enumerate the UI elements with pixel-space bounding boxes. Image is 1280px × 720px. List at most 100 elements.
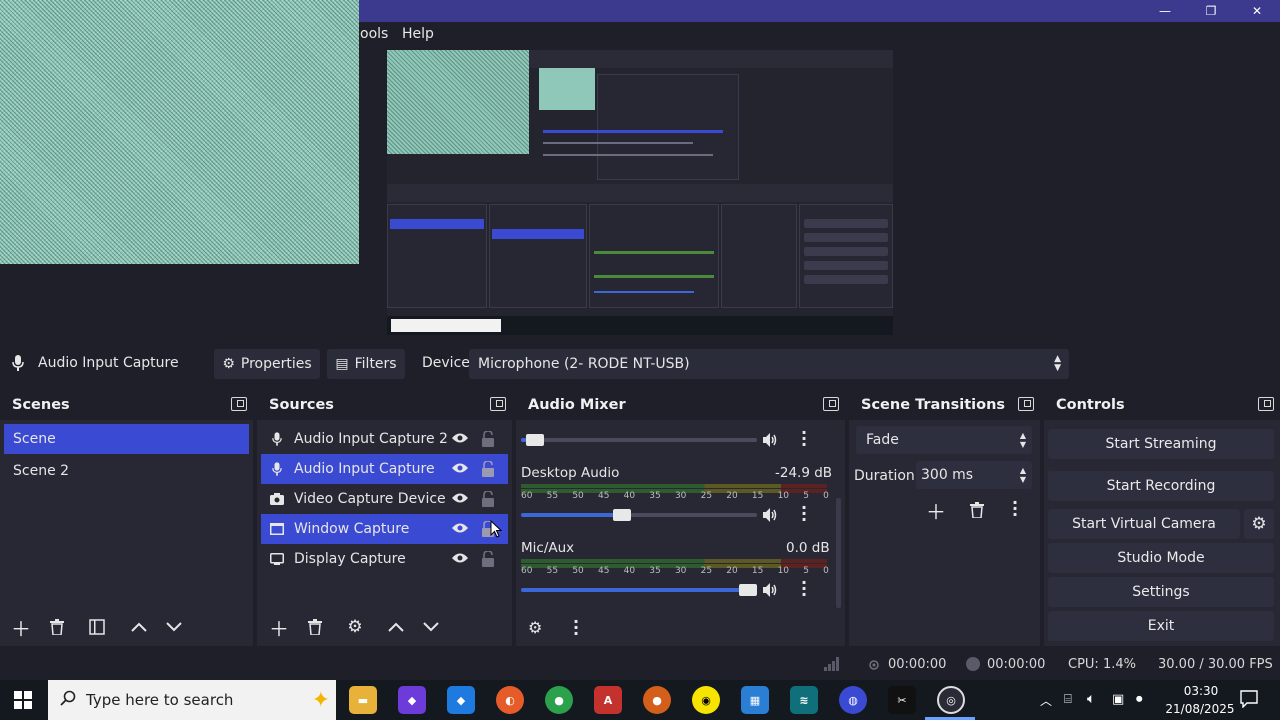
file-explorer-icon[interactable]: ▬ [349, 686, 377, 714]
more-options-icon[interactable]: · · · [801, 575, 807, 603]
lock-icon[interactable] [482, 430, 494, 451]
move-up-icon[interactable] [383, 614, 409, 640]
eye-icon[interactable] [452, 522, 468, 538]
lock-icon[interactable] [482, 490, 494, 511]
taskbar: Type here to search ✦ ▬ ◆ ◆ ◐ ● A ● ◉ ▦ … [0, 680, 1280, 720]
undock-icon[interactable] [490, 397, 506, 411]
filter-icon: ▤ [335, 356, 349, 372]
volume-slider[interactable] [521, 434, 757, 446]
filters-button[interactable]: ▤ Filters [327, 349, 405, 379]
microphone-icon[interactable]: ⏺ [1136, 692, 1143, 707]
trash-icon[interactable] [44, 614, 70, 640]
copilot-icon[interactable]: ◆ [398, 686, 426, 714]
undock-icon[interactable] [1258, 397, 1274, 411]
microphone-icon [12, 355, 24, 375]
trash-icon[interactable] [964, 497, 990, 523]
eye-icon[interactable] [452, 552, 468, 568]
undock-icon[interactable] [231, 397, 247, 411]
source-item[interactable]: Display Capture [261, 544, 508, 574]
speaker-icon[interactable] [762, 582, 778, 602]
meter-tick-label: 40 [623, 491, 636, 501]
camera-icon[interactable]: ▣ [1112, 692, 1124, 707]
move-down-icon[interactable] [161, 614, 187, 640]
transition-select[interactable]: Fade ▲ ▼ [856, 426, 1032, 454]
move-up-icon[interactable] [126, 614, 152, 640]
eye-icon[interactable] [452, 462, 468, 478]
preview-line [543, 142, 693, 144]
gear-icon[interactable]: ⚙ [342, 614, 368, 640]
move-down-icon[interactable] [418, 614, 444, 640]
device-select[interactable]: Microphone (2- RODE NT-USB) ▲ ▼ [469, 349, 1069, 379]
volume-icon[interactable]: 🔈︎ [1087, 691, 1095, 707]
preview-button [804, 219, 888, 228]
chevron-up-icon[interactable]: ︿ [1040, 692, 1052, 709]
scene-item[interactable]: Scene [4, 424, 249, 454]
store-app-icon[interactable]: ◆ [447, 686, 475, 714]
speaker-icon[interactable] [762, 432, 778, 452]
add-icon[interactable]: ＋ [266, 614, 292, 641]
undock-icon[interactable] [1018, 397, 1034, 411]
exit-button[interactable]: Exit [1048, 611, 1274, 641]
mixer-scrollbar[interactable] [836, 498, 841, 608]
add-icon[interactable]: ＋ [923, 497, 949, 524]
source-item[interactable]: Audio Input Capture [261, 454, 508, 484]
meter-tick-label: 50 [572, 491, 584, 501]
network-icon[interactable]: ⌸ [1064, 692, 1072, 707]
scene-item[interactable]: Scene 2 [4, 456, 249, 486]
preview-canvas[interactable] [387, 50, 893, 335]
studio-mode-button[interactable]: Studio Mode [1048, 543, 1274, 573]
track-level: -24.9 dB [775, 465, 833, 481]
properties-button[interactable]: ⚙ Properties [214, 349, 320, 379]
lock-icon[interactable] [482, 460, 494, 481]
start-streaming-button[interactable]: Start Streaming [1048, 429, 1274, 459]
restore-button[interactable]: ❐ [1188, 0, 1234, 22]
calculator-icon[interactable]: ▦ [741, 686, 769, 714]
filters-label: Filters [354, 356, 397, 372]
media-app-icon[interactable]: ◐ [496, 686, 524, 714]
virtual-camera-settings-gear-icon[interactable]: ⚙ [1244, 509, 1274, 539]
menu-help[interactable]: Help [402, 26, 434, 42]
volume-slider[interactable] [521, 584, 757, 596]
obs-icon[interactable]: ◎ [937, 686, 965, 714]
firefox-icon[interactable]: ● [643, 686, 671, 714]
settings-button[interactable]: Settings [1048, 577, 1274, 607]
chrome-icon[interactable]: ● [545, 686, 573, 714]
acrobat-icon[interactable]: A [594, 686, 622, 714]
more-options-icon[interactable]: · · · [573, 614, 579, 642]
add-icon[interactable]: ＋ [8, 614, 34, 641]
taskbar-search[interactable]: Type here to search ✦ [48, 680, 336, 720]
start-virtual-camera-button[interactable]: Start Virtual Camera [1048, 509, 1240, 539]
audio-mixer-title: Audio Mixer [528, 397, 626, 413]
code-app-icon[interactable]: ≋ [790, 686, 818, 714]
meter-ticks: 60 55 50 45 40 35 30 25 20 15 10 5 0 [521, 566, 829, 576]
eye-icon[interactable] [452, 432, 468, 448]
more-options-icon[interactable]: · · · [801, 500, 807, 528]
close-button[interactable]: ✕ [1234, 0, 1280, 22]
more-options-icon[interactable]: · · · [1012, 495, 1018, 523]
browser-app-icon[interactable]: ◍ [839, 686, 867, 714]
source-item[interactable]: Audio Input Capture 2 [261, 424, 508, 454]
more-options-icon[interactable]: · · · [801, 425, 807, 453]
windows-start-icon[interactable] [14, 691, 32, 713]
trash-icon[interactable] [302, 614, 328, 640]
eye-icon[interactable] [452, 492, 468, 508]
undock-icon[interactable] [823, 397, 839, 411]
start-recording-button[interactable]: Start Recording [1048, 471, 1274, 501]
volume-slider[interactable] [521, 509, 757, 521]
capcut-icon[interactable]: ✂ [888, 686, 916, 714]
mixer-settings-gear-icon[interactable]: ⚙ [528, 618, 542, 637]
source-item[interactable]: Video Capture Device [261, 484, 508, 514]
preview-slider [594, 291, 694, 293]
notifications-icon[interactable] [1240, 690, 1258, 712]
snapchat-icon[interactable]: ◉ [692, 686, 720, 714]
minimize-button[interactable]: — [1142, 0, 1188, 22]
menu-tools[interactable]: ools [360, 26, 388, 42]
filter-icon[interactable] [84, 614, 110, 640]
chevron-updown-icon: ▲ ▼ [1019, 466, 1026, 484]
device-label: Device [422, 355, 470, 371]
source-item[interactable]: Window Capture [261, 514, 508, 544]
duration-spinbox[interactable]: 300 ms ▲ ▼ [916, 461, 1032, 489]
speaker-icon[interactable] [762, 507, 778, 527]
meter-tick-label: 45 [597, 491, 610, 501]
lock-icon[interactable] [482, 550, 494, 571]
